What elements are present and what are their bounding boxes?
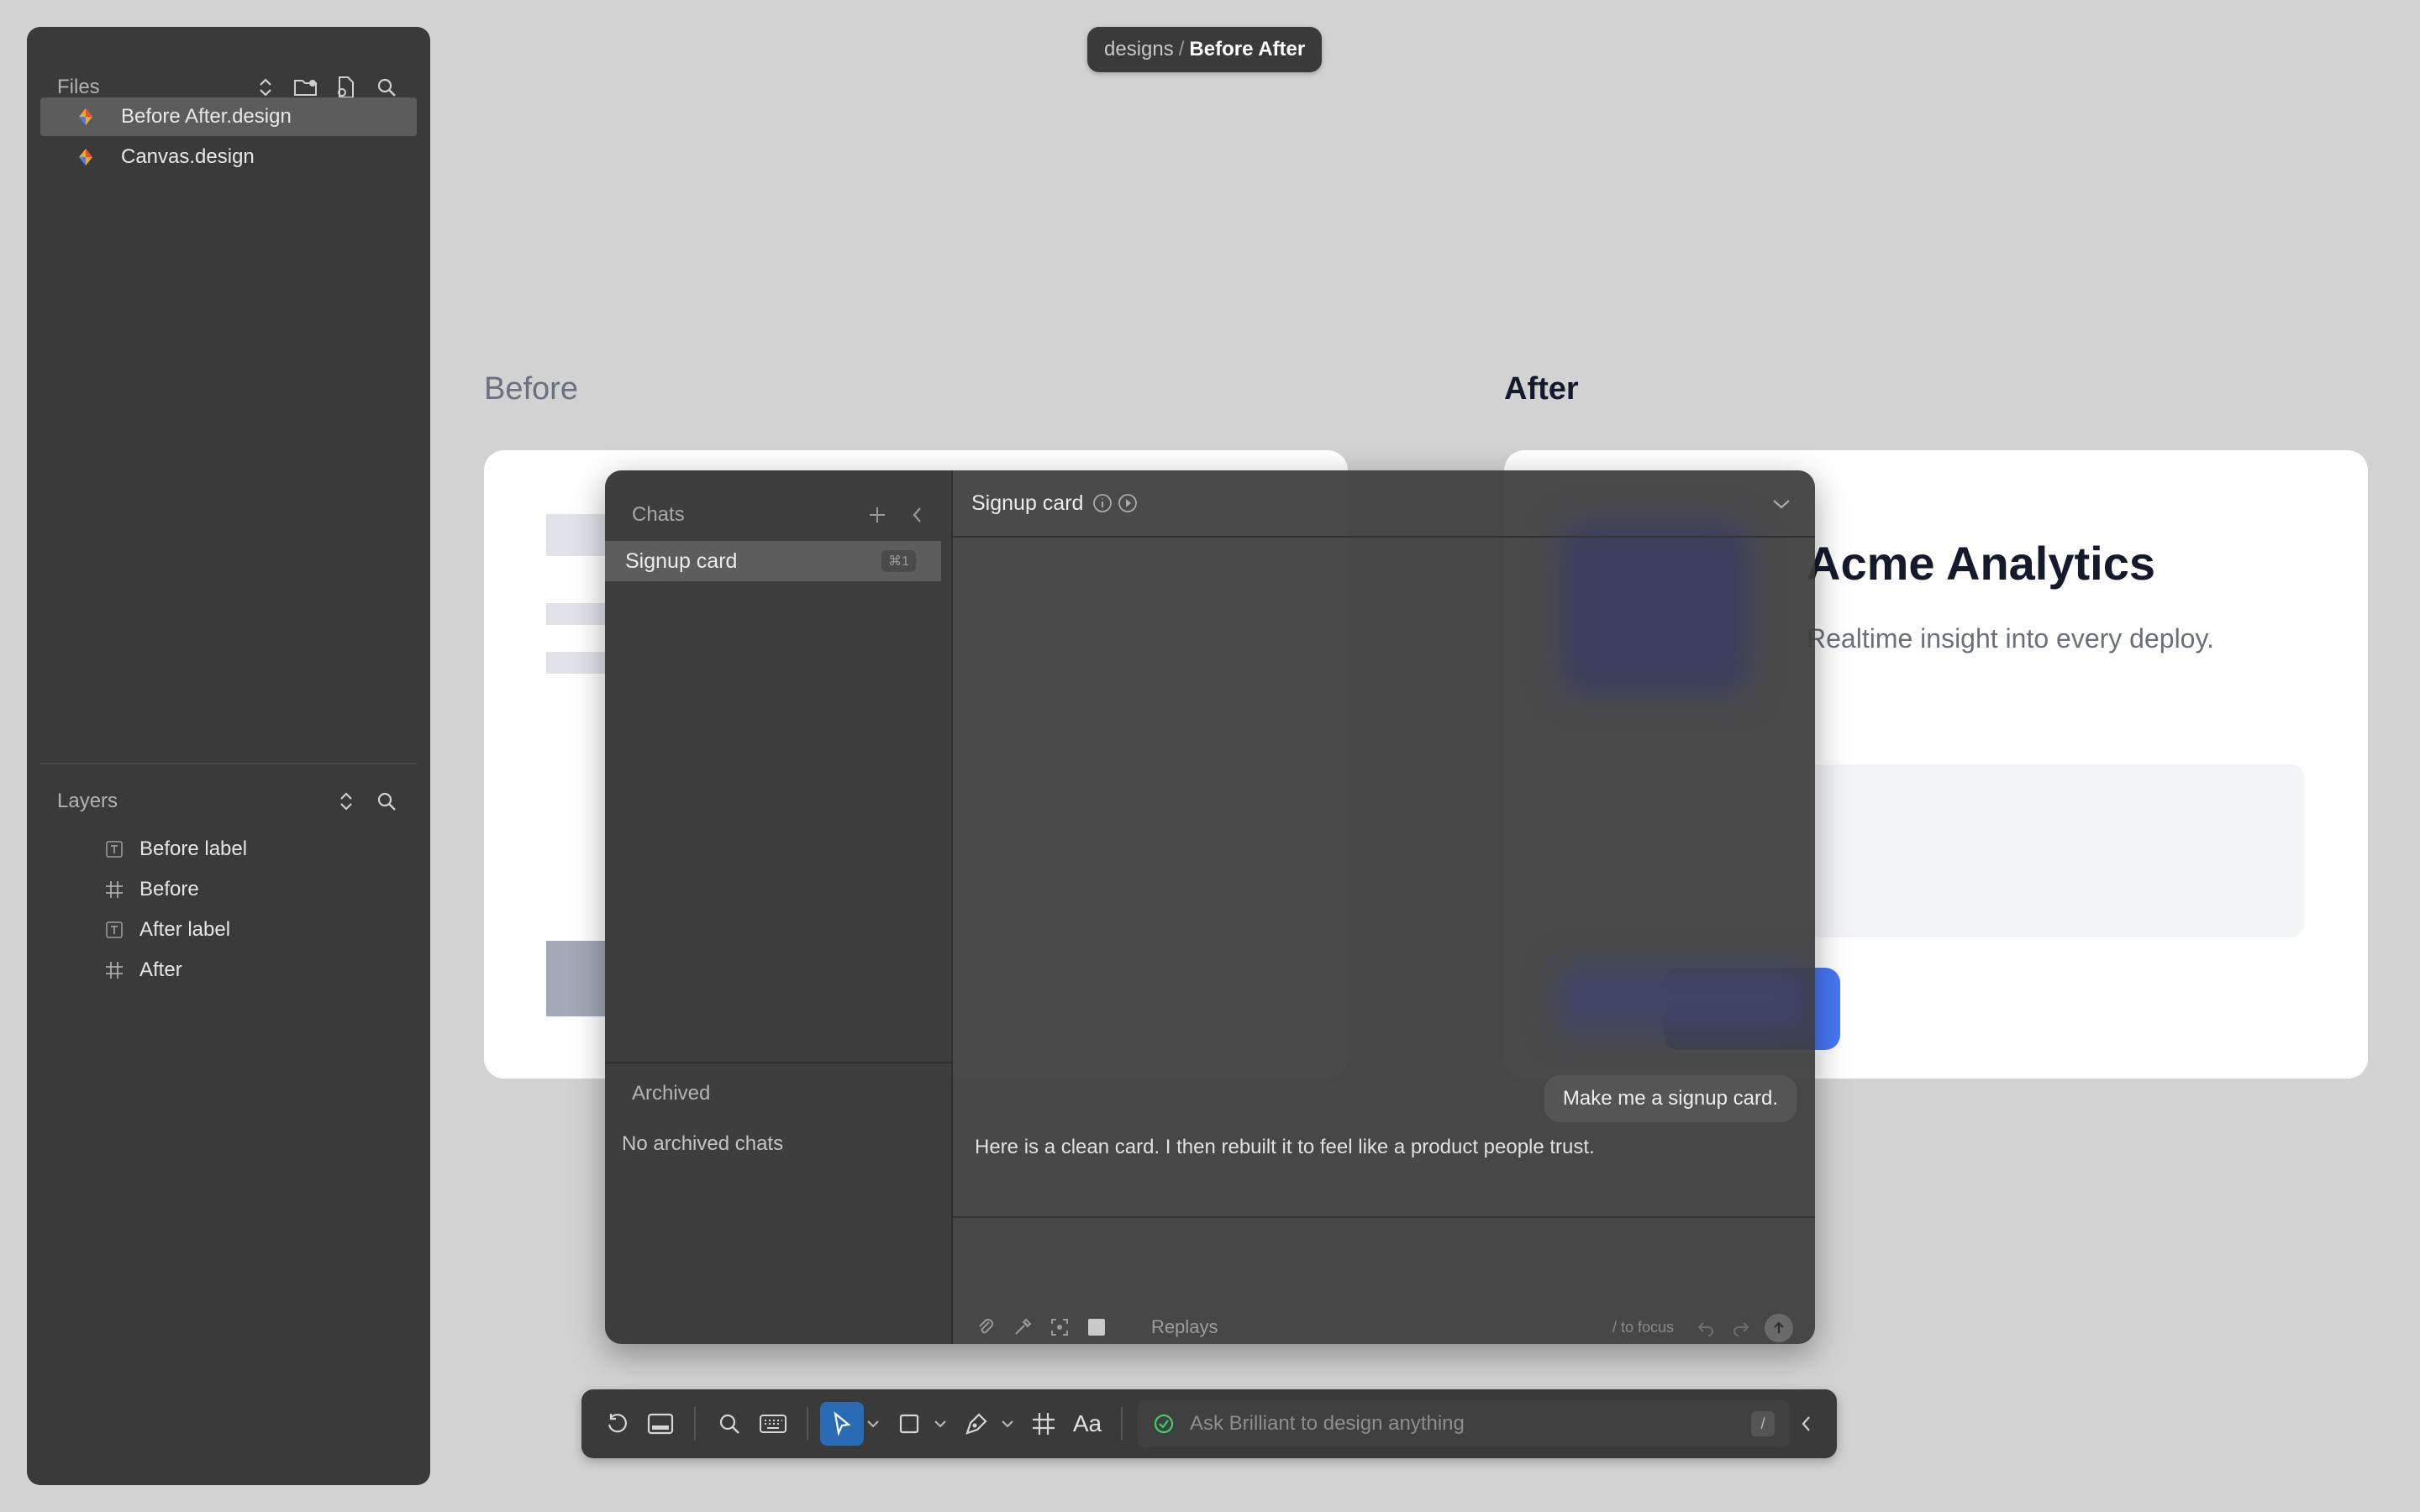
chats-header: Chats	[632, 494, 933, 536]
toolbar-divider	[1121, 1407, 1123, 1441]
file-label: Before After.design	[121, 105, 292, 128]
text-icon	[104, 839, 124, 859]
search-layers-icon[interactable]	[373, 788, 400, 815]
layer-item-after-label[interactable]: After label	[40, 911, 417, 949]
file-item-before-after[interactable]: Before After.design	[40, 97, 417, 136]
archived-empty-text: No archived chats	[622, 1132, 784, 1155]
toolbar-divider	[694, 1407, 696, 1441]
after-card-subtitle: Realtime insight into every deploy.	[1807, 623, 2214, 654]
chevron-down-icon[interactable]	[864, 1402, 882, 1446]
screenshot-icon[interactable]	[1049, 1316, 1071, 1338]
design-file-icon	[76, 107, 96, 127]
select-tool-icon[interactable]	[820, 1402, 864, 1446]
text-tool-button[interactable]: Aa	[1065, 1402, 1109, 1446]
chevron-down-icon[interactable]	[998, 1402, 1017, 1446]
bottom-toolbar: Aa Ask Brilliant to design anything /	[581, 1389, 1837, 1458]
design-file-icon	[76, 147, 96, 167]
send-button[interactable]	[1765, 1314, 1793, 1342]
collapse-left-icon[interactable]	[902, 500, 933, 530]
stop-icon[interactable]	[1086, 1316, 1107, 1338]
ask-ai-placeholder: Ask Brilliant to design anything	[1190, 1412, 1465, 1435]
text-icon	[104, 920, 124, 940]
check-circle-icon	[1154, 1414, 1174, 1434]
chat-thread-pane: Signup card Make me a signup card. Here …	[953, 470, 1815, 1344]
placeholder-line	[546, 652, 613, 674]
zoom-search-icon[interactable]	[708, 1402, 751, 1446]
blurred-canvas-shape	[1558, 521, 1751, 697]
rectangle-tool-icon[interactable]	[887, 1402, 931, 1446]
layer-item-before[interactable]: Before	[40, 870, 417, 909]
toolbar-divider	[807, 1407, 808, 1441]
chat-item-shortcut: ⌘1	[881, 550, 916, 572]
collapse-toolbar-icon[interactable]	[1790, 1402, 1823, 1446]
new-chat-icon[interactable]	[862, 500, 892, 530]
keyboard-icon[interactable]	[751, 1402, 795, 1446]
panel-icon[interactable]	[639, 1402, 682, 1446]
replays-button[interactable]: Replays	[1151, 1310, 1218, 1344]
slash-shortcut-badge: /	[1751, 1411, 1775, 1436]
chevron-down-icon[interactable]	[1770, 492, 1793, 516]
frame-icon	[104, 960, 124, 980]
replay-icon[interactable]	[1117, 492, 1139, 514]
breadcrumb-separator: /	[1178, 38, 1185, 60]
file-label: Canvas.design	[121, 145, 255, 168]
chat-item-label: Signup card	[625, 549, 738, 573]
before-frame-label[interactable]: Before	[484, 371, 578, 407]
user-message: Make me a signup card.	[1544, 1075, 1797, 1122]
files-title: Files	[57, 76, 100, 98]
layer-item-after[interactable]: After	[40, 951, 417, 990]
undo-icon[interactable]	[1694, 1316, 1718, 1340]
layer-label: Before	[139, 878, 199, 900]
after-card-title: Acme Analytics	[1807, 537, 2155, 590]
placeholder-line	[546, 603, 613, 625]
placeholder-button	[546, 941, 613, 1016]
layer-label: After	[139, 958, 182, 981]
breadcrumb[interactable]: designs / Before After	[1087, 27, 1323, 72]
thread-title: Signup card	[971, 491, 1084, 515]
section-divider	[40, 763, 417, 764]
layer-label: After label	[139, 918, 231, 941]
chat-panel: Chats Signup card ⌘1 Archived No archive…	[605, 470, 1815, 1344]
placeholder-block	[546, 514, 613, 556]
layer-label: Before label	[139, 837, 248, 860]
sort-icon[interactable]	[333, 788, 360, 815]
redo-icon[interactable]	[1729, 1316, 1753, 1340]
breadcrumb-file: Before After	[1189, 38, 1306, 60]
layer-item-before-label[interactable]: Before label	[40, 830, 417, 869]
file-item-canvas[interactable]: Canvas.design	[40, 138, 417, 176]
focus-hint: / to focus	[1612, 1319, 1674, 1336]
blurred-canvas-shape	[1558, 966, 1810, 1033]
attach-icon[interactable]	[975, 1316, 997, 1338]
chat-item-signup-card[interactable]: Signup card ⌘1	[605, 541, 941, 581]
pen-tool-icon[interactable]	[955, 1402, 998, 1446]
chat-list-pane: Chats Signup card ⌘1 Archived No archive…	[605, 470, 953, 1344]
history-icon[interactable]	[595, 1402, 639, 1446]
composer[interactable]: Replays / to focus	[953, 1310, 1815, 1344]
ask-ai-input[interactable]: Ask Brilliant to design anything /	[1138, 1400, 1790, 1447]
breadcrumb-folder[interactable]: designs	[1104, 38, 1174, 61]
left-sidebar: Files Before After.design Canvas.design	[27, 27, 430, 1485]
thread-header: Signup card	[953, 470, 1815, 538]
archived-title: Archived	[632, 1082, 711, 1105]
eyedropper-icon[interactable]	[1012, 1316, 1034, 1338]
chevron-down-icon[interactable]	[931, 1402, 950, 1446]
after-frame-label[interactable]: After	[1504, 371, 1579, 407]
composer-divider	[953, 1216, 1815, 1218]
layers-header: Layers	[57, 785, 400, 818]
frame-tool-icon[interactable]	[1022, 1402, 1065, 1446]
archived-divider	[605, 1062, 953, 1063]
text-tool-label: Aa	[1072, 1410, 1102, 1436]
frame-icon	[104, 879, 124, 900]
info-icon[interactable]	[1092, 492, 1113, 514]
chats-title: Chats	[632, 503, 685, 526]
layers-title: Layers	[57, 790, 118, 812]
after-card-input	[1807, 764, 2304, 937]
assistant-message: Here is a clean card. I then rebuilt it …	[975, 1136, 1595, 1158]
